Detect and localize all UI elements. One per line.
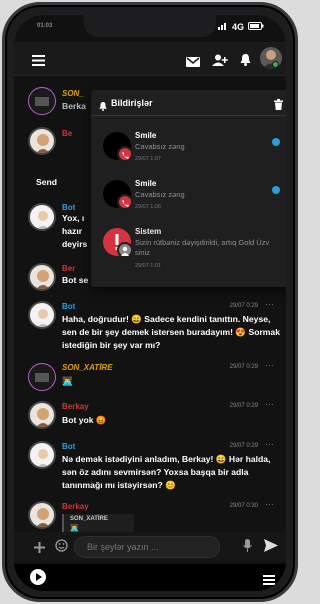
message-more-icon[interactable]: ··· [265,299,274,309]
message-nick[interactable]: Berkay [62,402,89,411]
message-nick[interactable]: SON_ [62,89,84,98]
notification-title: Sistem [135,227,162,236]
signal-icon [217,22,228,32]
microphone-icon[interactable] [243,539,252,558]
missed-call-icon [117,194,133,210]
message-item: SON_XATİRE 29/07 0:29 ··· 👨‍💻 [14,359,286,397]
phone-frame: 01:03 4G SON_ Berka Be Send Bot Yox, ı h… [2,2,298,602]
message-item: Berkay 29/07 0:29 ··· Bot yok 😡 [14,399,286,437]
bot-avatar[interactable] [28,203,56,231]
bell-icon[interactable] [240,53,251,71]
message-nick[interactable]: Be [62,129,72,138]
user-avatar[interactable] [28,401,56,429]
message-more-icon[interactable]: ··· [265,439,274,449]
message-time: 29/07 0:29 [229,364,258,370]
message-text: 👨‍💻 [62,376,73,386]
play-button[interactable] [30,569,46,585]
user-icon [117,242,133,258]
message-time: 29/07 0:29 [229,303,258,309]
bottom-bar [14,564,286,591]
quoted-message[interactable]: SON_XATİRE 👨‍💻 [62,514,134,532]
message-more-icon[interactable]: ··· [265,360,274,370]
user-avatar[interactable] [28,363,56,391]
notification-body: Cavabsız zəng [135,142,185,151]
message-time: 29/07 0:29 [229,403,258,409]
message-item: Bot 29/07 0:29 ··· Nə demək istədiyini a… [14,439,286,493]
user-avatar[interactable] [28,501,56,529]
message-text: Nə demək istədiyini anladım, Berkay! 😄 H… [62,454,271,490]
notifications-panel: Bildirişlər Smile Cavabsız zəng 29/07 1:… [91,90,286,287]
user-avatar[interactable] [28,87,56,115]
missed-call-icon [117,146,133,162]
bell-icon [99,98,107,116]
notification-body: Cavabsız zəng [135,190,185,199]
message-nick[interactable]: Bot [62,302,75,311]
message-text: Bot yok 😡 [62,415,107,425]
notification-date: 29/07 1:06 [135,204,161,210]
message-nick[interactable]: Bot [62,203,75,212]
hamburger-menu-icon[interactable] [32,53,45,71]
unread-dot [272,138,280,146]
notification-date: 29/07 1:01 [135,263,161,269]
message-nick[interactable]: SON_XATİRE [62,363,113,372]
top-bar [14,42,286,76]
notification-item[interactable]: Smile Cavabsız zəng 29/07 1:06 [91,174,286,226]
unread-dot [272,186,280,194]
notification-title: Smile [135,131,157,140]
message-item: Berkay 29/07 0:30 ··· SON_XATİRE 👨‍💻 [14,499,286,532]
user-avatar[interactable] [28,263,56,291]
camera-notch [84,15,216,37]
message-nick[interactable]: Berkay [62,502,89,511]
notifications-title: Bildirişlər [111,98,153,108]
notification-date: 29/07 1:07 [135,156,161,162]
message-time: 29/07 0:29 [229,443,258,449]
app-screen: 01:03 4G SON_ Berka Be Send Bot Yox, ı h… [14,15,286,591]
bot-avatar[interactable] [28,441,56,469]
composer-bar [14,532,286,562]
notification-title: Smile [135,179,157,188]
message-input[interactable] [74,536,220,558]
quoted-nick: SON_XATİRE [70,516,108,522]
emoji-icon[interactable] [55,539,68,557]
notification-item[interactable]: Smile Cavabsız zəng 29/07 1:07 [91,126,286,178]
send-icon[interactable] [264,539,278,557]
notifications-header: Bildirişlər [91,90,286,116]
message-more-icon[interactable]: ··· [265,399,274,409]
message-nick[interactable]: Ber [62,264,75,273]
message-nick[interactable]: Bot [62,442,75,451]
add-user-icon[interactable] [212,53,228,71]
online-status-dot [272,61,279,68]
message-more-icon[interactable]: ··· [265,499,274,509]
plus-icon[interactable] [34,540,45,558]
message-item: Bot 29/07 0:29 ··· Haha, doğrudur! 😄 Sad… [14,299,286,351]
notification-item[interactable]: Sistem Sizin rütbəniz dəyişdirildi, artı… [91,222,286,282]
bot-avatar[interactable] [28,301,56,329]
trash-icon[interactable] [274,97,283,115]
list-menu-icon[interactable] [263,572,275,590]
message-text: Haha, doğrudur! 😄 Sadece kendini tanıttı… [62,314,280,350]
mail-icon[interactable] [186,54,200,72]
quoted-text: 👨‍💻 [70,525,79,532]
message-time: 29/07 0:30 [229,503,258,509]
user-avatar[interactable] [28,127,56,155]
battery-icon [248,22,264,32]
notification-body: Sizin rütbəniz dəyişdirildi, artıq Gold … [135,238,270,257]
network-label: 4G [231,22,244,32]
